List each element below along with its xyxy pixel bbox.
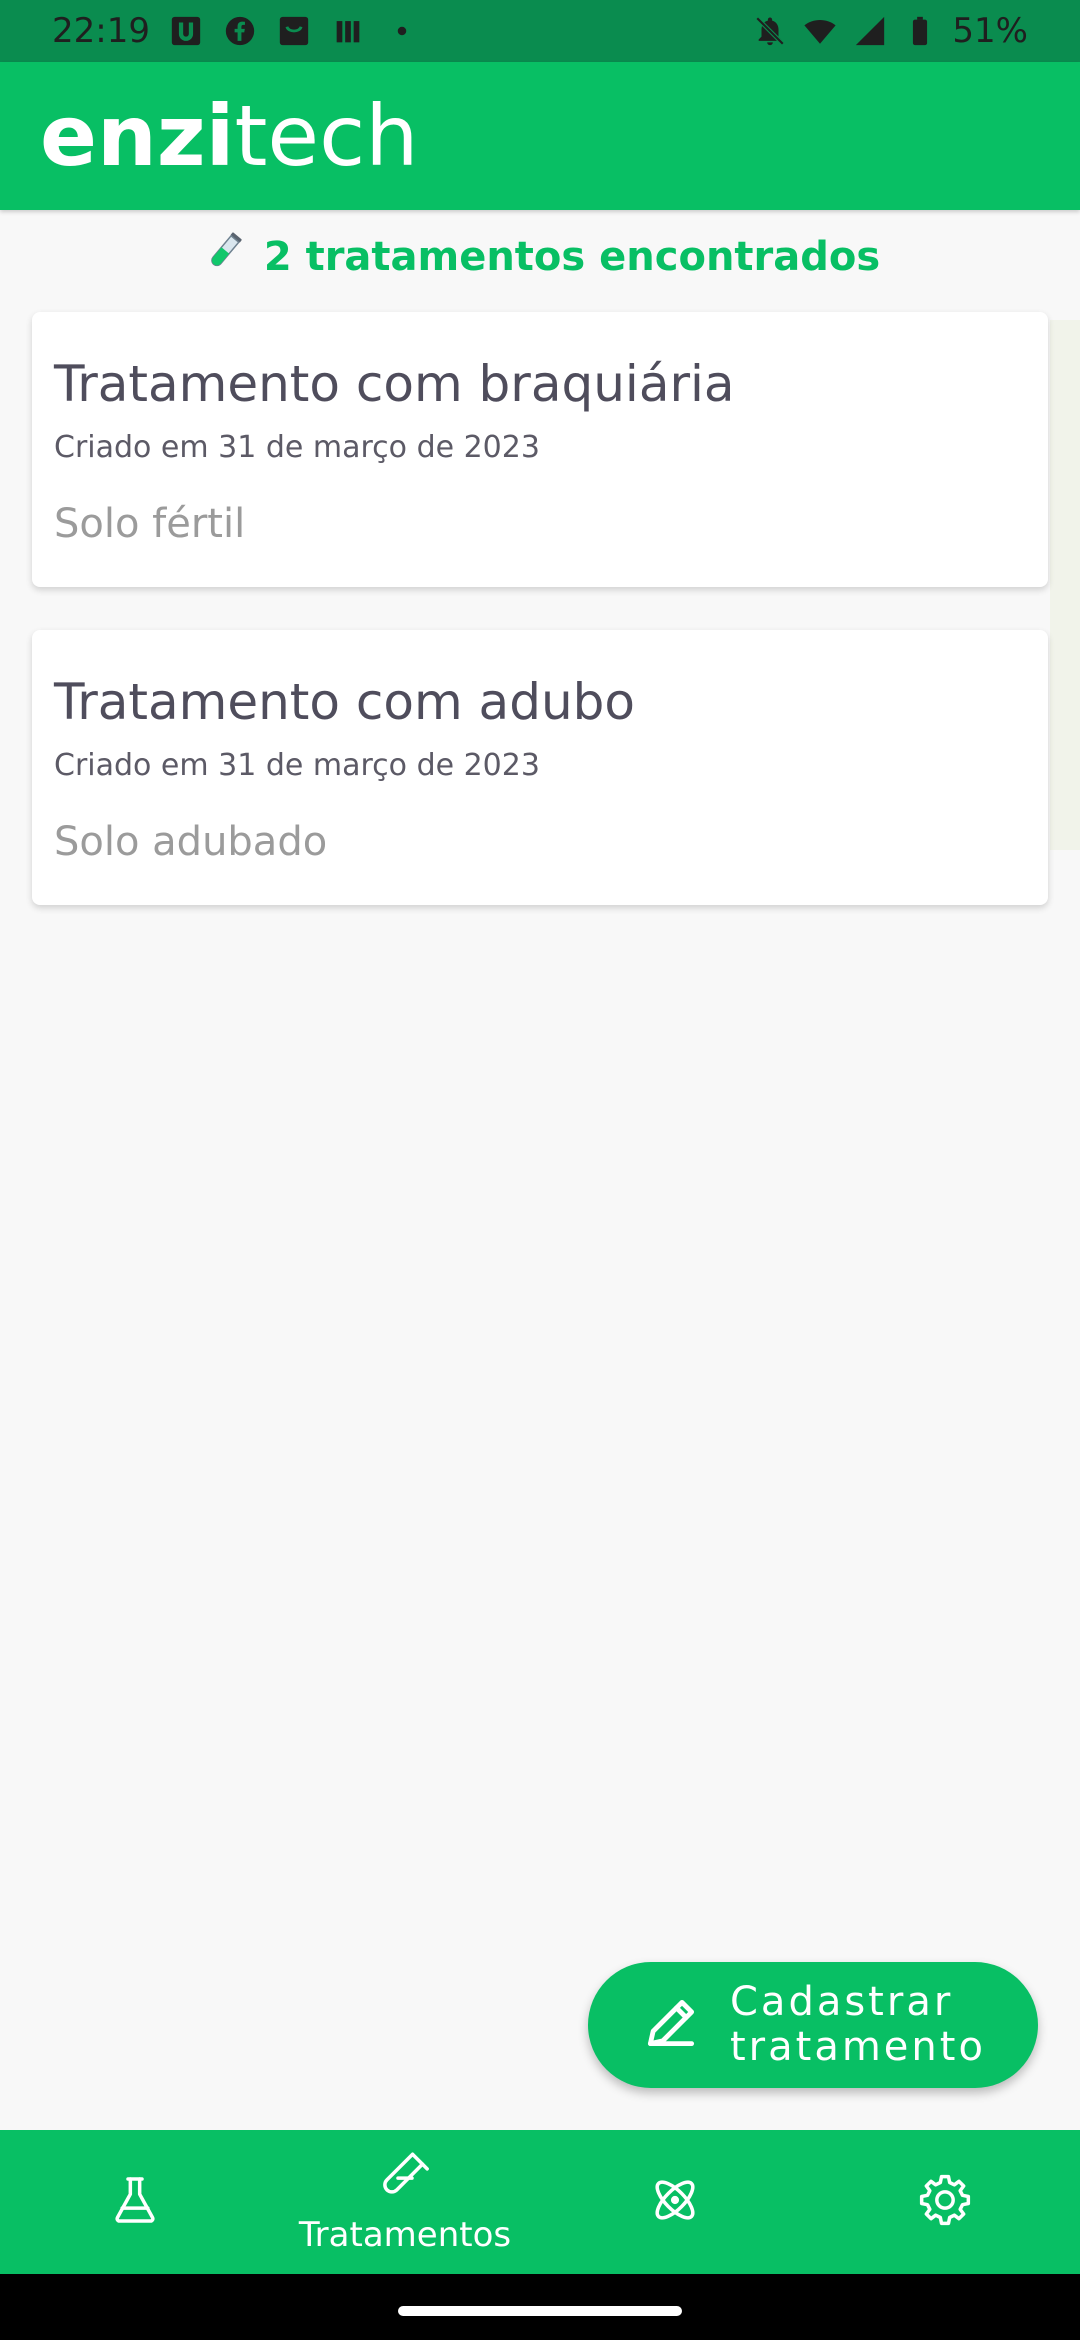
bell-off-icon (752, 13, 788, 49)
results-count-text: 2 tratamentos encontrados (263, 234, 881, 280)
home-gesture-handle[interactable] (398, 2306, 682, 2316)
flask-icon (107, 2172, 163, 2232)
brand-bold: enzi (40, 87, 235, 185)
treatment-description: Solo adubado (54, 818, 328, 865)
screen: 22:19 51% enzitech 2 tratamentos encontr… (0, 0, 1080, 2340)
app-logo: enzitech (40, 94, 419, 178)
status-left: 22:19 (52, 11, 420, 51)
battery-icon (902, 13, 938, 49)
side-background (1050, 320, 1080, 850)
treatment-created-date: Criado em 31 de março de 2023 (54, 747, 540, 783)
app-icon (276, 13, 312, 49)
test-tube-icon (200, 228, 248, 286)
add-treatment-label: Cadastrar tratamento (730, 1980, 986, 2070)
atom-icon (647, 2172, 703, 2232)
gear-icon (917, 2172, 973, 2232)
treatment-card[interactable]: Tratamento com adubo Criado em 31 de mar… (32, 630, 1048, 905)
treatment-title: Tratamento com adubo (54, 673, 635, 731)
nav-item-atom[interactable] (540, 2130, 810, 2274)
signal-bars-icon (330, 13, 366, 49)
treatment-created-date: Criado em 31 de março de 2023 (54, 429, 540, 465)
app-bar: enzitech (0, 62, 1080, 210)
u-app-icon (168, 13, 204, 49)
cell-signal-icon (852, 13, 888, 49)
test-tube-icon (377, 2149, 433, 2209)
nav-item-treatments[interactable]: Tratamentos (270, 2130, 540, 2274)
status-time: 22:19 (52, 11, 150, 51)
nav-item-settings[interactable] (810, 2130, 1080, 2274)
treatment-description: Solo fértil (54, 500, 246, 547)
status-right: 51% (752, 11, 1028, 51)
pencil-icon (638, 1990, 704, 2060)
battery-percent: 51% (952, 11, 1028, 51)
brand-regular: tech (234, 87, 419, 185)
treatment-title: Tratamento com braquiária (54, 355, 735, 413)
nav-label-treatments: Tratamentos (298, 2215, 512, 2255)
bottom-navigation: Tratamentos (0, 2130, 1080, 2274)
status-bar: 22:19 51% (0, 0, 1080, 62)
facebook-icon (222, 13, 258, 49)
nav-item-experiments[interactable] (0, 2130, 270, 2274)
results-count-header: 2 tratamentos encontrados (0, 222, 1080, 292)
wifi-icon (802, 13, 838, 49)
fab-label-line1: Cadastrar (730, 1979, 954, 2026)
add-treatment-button[interactable]: Cadastrar tratamento (588, 1962, 1038, 2088)
fab-label-line2: tratamento (730, 2024, 986, 2070)
dot-icon (384, 13, 420, 49)
treatment-card[interactable]: Tratamento com braquiária Criado em 31 d… (32, 312, 1048, 587)
